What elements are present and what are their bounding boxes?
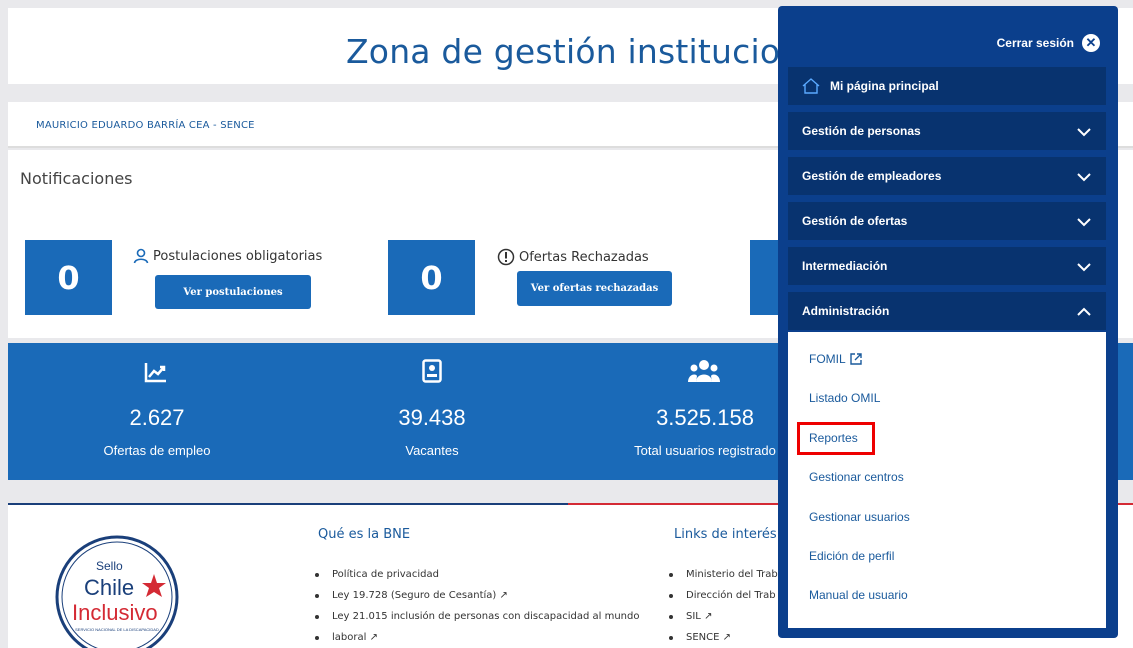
logo-caption: SERVICIO NACIONAL DE LA DISCAPACIDAD [75, 627, 159, 632]
submenu-gestionar-centros[interactable]: Gestionar centros [809, 470, 904, 484]
footer-link-ley21015[interactable]: Ley 21.015 inclusión de personas con dis… [310, 610, 650, 623]
ofertas-rechazadas-label: Ofertas Rechazadas [497, 248, 649, 266]
menu-gestion-ofertas[interactable]: Gestión de ofertas [788, 202, 1106, 240]
alert-icon [497, 248, 515, 266]
ofertas-empleo-label: Ofertas de empleo [103, 443, 211, 458]
external-link-icon: ↗ [704, 611, 713, 622]
menu-gestion-empleadores-label: Gestión de empleadores [802, 169, 942, 183]
page-title: Zona de gestión institucional [346, 32, 832, 71]
third-count-box [750, 240, 780, 315]
footer-link-ministerio[interactable]: Ministerio del Trab [664, 568, 784, 581]
submenu-gestionar-usuarios[interactable]: Gestionar usuarios [809, 510, 910, 524]
postulaciones-count: 0 [25, 240, 112, 315]
administracion-submenu: FOMIL Listado OMIL Reportes Gestionar ce… [788, 332, 1106, 628]
ofertas-empleo-value: 2.627 [129, 405, 185, 430]
usuarios-label: Total usuarios registrado [634, 443, 776, 458]
reportes-highlight-box [797, 422, 875, 455]
ofertas-rechazadas-label-text: Ofertas Rechazadas [519, 249, 649, 265]
footer-link-sence[interactable]: SENCE ↗ [664, 631, 784, 644]
menu-gestion-empleadores[interactable]: Gestión de empleadores [788, 157, 1106, 195]
chevron-down-icon [1077, 263, 1091, 272]
logout-button[interactable]: Cerrar sesión ✕ [997, 34, 1100, 52]
vacantes-label: Vacantes [405, 443, 459, 458]
home-icon [802, 78, 820, 94]
logout-label: Cerrar sesión [996, 36, 1074, 50]
footer-link-ley19728[interactable]: Ley 19.728 (Seguro de Cesantía) ↗ [310, 589, 650, 602]
logo-chile: Chile [84, 575, 134, 600]
menu-administracion-label: Administración [802, 304, 890, 318]
logo-inclusivo: Inclusivo [72, 600, 158, 625]
menu-gestion-personas[interactable]: Gestión de personas [788, 112, 1106, 150]
postulaciones-label: Postulaciones obligatorias [133, 248, 322, 264]
id-card-icon [422, 359, 442, 383]
submenu-fomil-label: FOMIL [809, 352, 846, 366]
footer-link-laboral[interactable]: laboral ↗ [310, 631, 650, 644]
submenu-fomil[interactable]: FOMIL [809, 352, 862, 366]
footer-link-direccion[interactable]: Dirección del Trab [664, 589, 784, 602]
footer-col2-title: Links de interés [674, 527, 777, 542]
footer-link-privacidad[interactable]: Política de privacidad [310, 568, 650, 581]
vacantes-value: 39.438 [398, 405, 466, 430]
menu-intermediacion-label: Intermediación [802, 259, 888, 273]
external-link-icon: ↗ [722, 632, 732, 643]
logo-sello: Sello [96, 559, 123, 573]
chevron-up-icon [1077, 307, 1091, 316]
ofertas-rechazadas-count: 0 [388, 240, 475, 315]
footer-col1-list: Política de privacidad Ley 19.728 (Segur… [310, 568, 650, 648]
user-icon [133, 248, 149, 264]
chevron-down-icon [1077, 218, 1091, 227]
menu-home[interactable]: Mi página principal [788, 67, 1106, 105]
menu-gestion-ofertas-label: Gestión de ofertas [802, 214, 908, 228]
footer-col2-list: Ministerio del Trab Dirección del Trab S… [664, 568, 784, 648]
external-link-icon: ↗ [369, 632, 378, 643]
chevron-down-icon [1077, 128, 1091, 137]
ver-ofertas-rechazadas-button[interactable]: Ver ofertas rechazadas [517, 271, 672, 306]
external-link-icon: ↗ [499, 590, 508, 601]
menu-administracion[interactable]: Administración [788, 292, 1106, 330]
close-icon[interactable]: ✕ [1082, 34, 1100, 52]
ver-postulaciones-button[interactable]: Ver postulaciones [155, 275, 311, 309]
side-menu: Cerrar sesión ✕ Mi página principal Gest… [778, 6, 1118, 638]
usuarios-value: 3.525.158 [656, 405, 754, 430]
external-link-icon [849, 353, 862, 365]
users-icon [688, 360, 720, 382]
chart-up-icon [144, 363, 166, 383]
footer-link-sil[interactable]: SIL ↗ [664, 610, 784, 623]
submenu-edicion-perfil[interactable]: Edición de perfil [809, 549, 894, 563]
chevron-down-icon [1077, 173, 1091, 182]
notifications-title: Notificaciones [20, 169, 133, 188]
menu-home-label: Mi página principal [830, 79, 939, 93]
footer-col1-title: Qué es la BNE [318, 527, 411, 542]
submenu-manual-usuario[interactable]: Manual de usuario [809, 588, 908, 602]
submenu-listado-omil[interactable]: Listado OMIL [809, 391, 880, 405]
footer-accent-blue [8, 503, 568, 505]
sello-chile-inclusivo-logo: Sello Chile Inclusivo SERVICIO NACIONAL … [55, 535, 179, 648]
menu-intermediacion[interactable]: Intermediación [788, 247, 1106, 285]
postulaciones-label-text: Postulaciones obligatorias [153, 248, 323, 264]
user-name: MAURICIO EDUARDO BARRÍA CEA - SENCE [36, 120, 255, 131]
menu-gestion-personas-label: Gestión de personas [802, 124, 921, 138]
